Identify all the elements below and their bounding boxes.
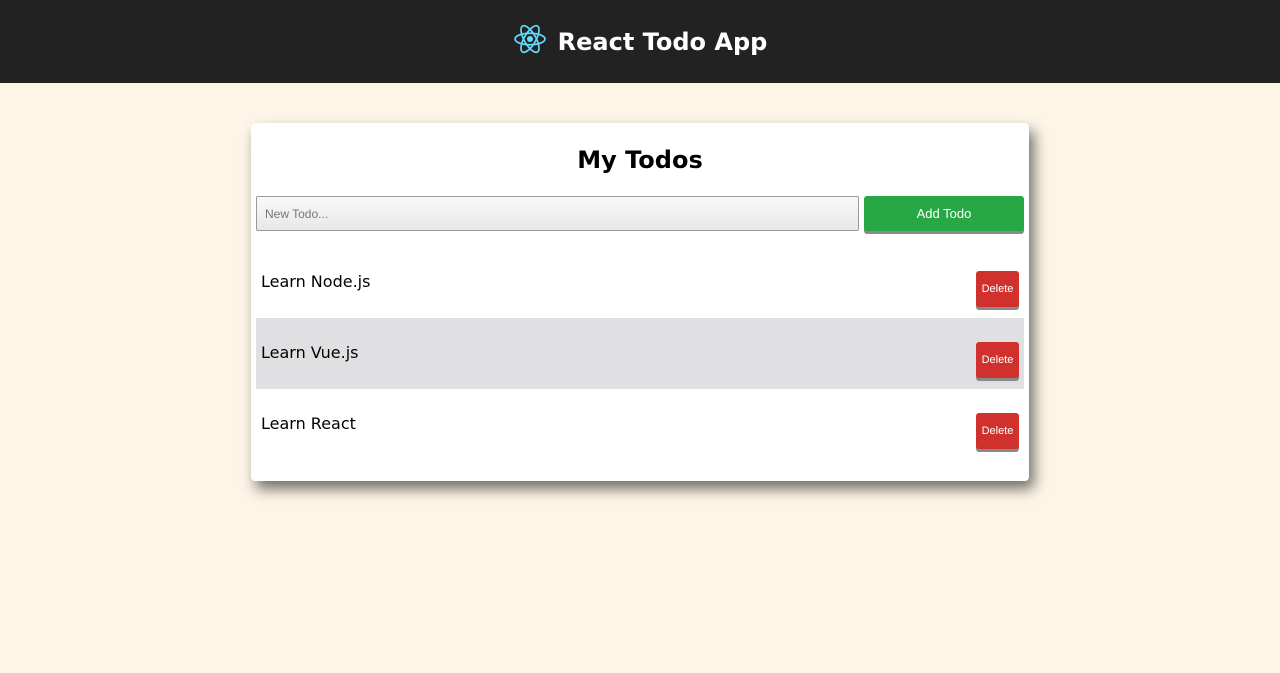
delete-button[interactable]: Delete: [976, 271, 1019, 307]
add-todo-button[interactable]: Add Todo: [864, 196, 1024, 231]
app-title: React Todo App: [557, 27, 768, 56]
react-logo-icon: [513, 24, 546, 53]
todo-text: Learn Node.js: [261, 272, 371, 291]
delete-button[interactable]: Delete: [976, 342, 1019, 378]
todo-list: Learn Node.js Delete Learn Vue.js Delete…: [256, 247, 1024, 460]
new-todo-input[interactable]: [256, 196, 859, 231]
todo-card: My Todos Add Todo Learn Node.js Delete L…: [251, 123, 1029, 481]
todo-item: Learn React Delete: [256, 389, 1024, 460]
header-brand: React Todo App: [513, 24, 768, 56]
todo-item: Learn Vue.js Delete: [256, 318, 1024, 389]
delete-button[interactable]: Delete: [976, 413, 1019, 449]
app-header: React Todo App: [0, 0, 1280, 83]
page-title: My Todos: [577, 146, 703, 174]
todo-item: Learn Node.js Delete: [256, 247, 1024, 318]
todo-text: Learn React: [261, 414, 356, 433]
todo-text: Learn Vue.js: [261, 343, 359, 362]
